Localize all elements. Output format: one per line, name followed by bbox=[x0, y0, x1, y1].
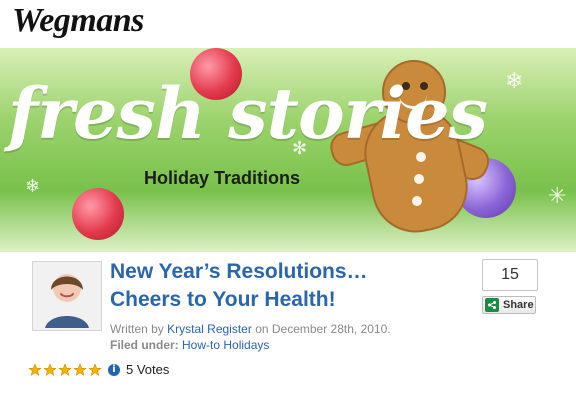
snowflake-icon: ❄ bbox=[25, 176, 41, 196]
star-icon[interactable] bbox=[28, 362, 42, 377]
author-avatar bbox=[32, 261, 102, 331]
banner: ❄ ✻ ❄ ✳ fresh stories Holiday Traditions bbox=[0, 48, 576, 252]
filed-under-label: Filed under: bbox=[110, 338, 179, 352]
star-rating[interactable] bbox=[28, 362, 102, 377]
share-button[interactable]: Share bbox=[482, 296, 536, 314]
votes-count: 5 Votes bbox=[126, 362, 170, 377]
wegmans-logo[interactable]: Wegmans bbox=[12, 2, 144, 40]
byline: Written by Krystal Register on December … bbox=[110, 322, 391, 336]
written-by-prefix: Written by bbox=[110, 322, 164, 336]
rating-row: i 5 Votes bbox=[28, 362, 169, 377]
star-icon[interactable] bbox=[58, 362, 72, 377]
banner-title: fresh stories bbox=[8, 72, 488, 155]
author-photo-icon bbox=[35, 264, 99, 328]
share-arrow-icon bbox=[488, 301, 496, 309]
post-date: on December 28th, 2010. bbox=[255, 322, 391, 336]
star-icon[interactable] bbox=[88, 362, 102, 377]
gingerbread-button bbox=[414, 174, 424, 184]
share-count: 15 bbox=[482, 259, 538, 291]
post-meta: Written by Krystal Register on December … bbox=[110, 322, 391, 352]
post-card: New Year’s Resolutions… Cheers to Your H… bbox=[0, 252, 576, 406]
share-label: Share bbox=[503, 299, 534, 311]
snowflake-icon: ❄ bbox=[505, 68, 524, 93]
info-icon[interactable]: i bbox=[108, 363, 120, 376]
post-title-line[interactable]: New Year’s Resolutions… bbox=[110, 258, 460, 286]
post-title[interactable]: New Year’s Resolutions… Cheers to Your H… bbox=[110, 258, 460, 314]
post-title-line[interactable]: Cheers to Your Health! bbox=[110, 286, 460, 314]
snowflake-icon: ✳ bbox=[548, 183, 567, 208]
author-link[interactable]: Krystal Register bbox=[167, 322, 252, 336]
star-icon[interactable] bbox=[73, 362, 87, 377]
star-icon[interactable] bbox=[43, 362, 57, 377]
share-icon bbox=[485, 298, 499, 312]
top-bar: Wegmans bbox=[0, 0, 576, 52]
filed-under: Filed under: How-to Holidays bbox=[110, 338, 391, 352]
category-link[interactable]: How-to Holidays bbox=[182, 338, 269, 352]
gingerbread-button bbox=[412, 196, 422, 206]
share-widget: 15 Share bbox=[482, 259, 538, 314]
banner-subtitle: Holiday Traditions bbox=[144, 168, 301, 188]
red-ornament-icon bbox=[72, 188, 124, 240]
